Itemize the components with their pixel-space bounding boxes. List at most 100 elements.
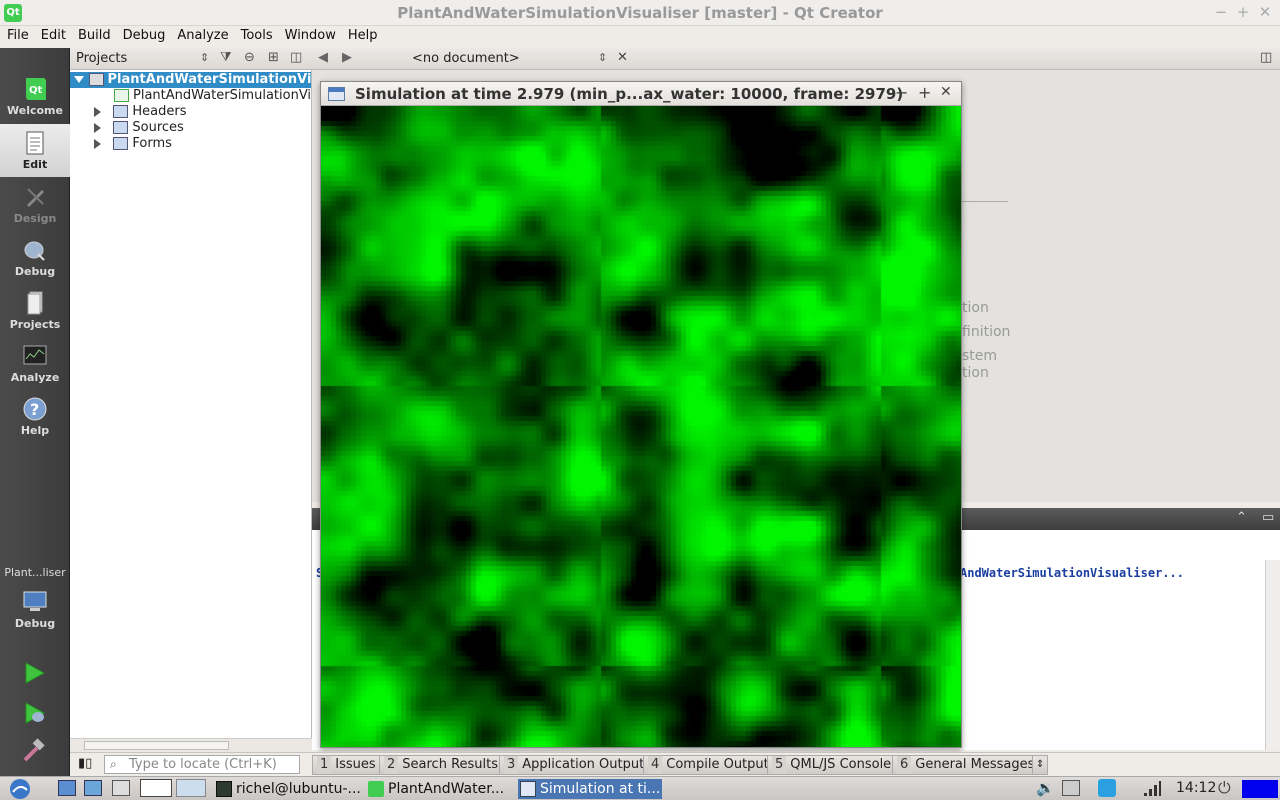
sources-folder-icon <box>113 121 129 134</box>
kit-project-label: Plant...liser <box>4 566 66 579</box>
menu-tools[interactable]: Tools <box>236 26 278 45</box>
pane-general-messages[interactable]: 6 General Messages <box>892 755 1040 775</box>
expand-icon[interactable] <box>94 138 101 149</box>
expand-icon[interactable] <box>94 122 101 133</box>
tree-item-headers[interactable]: Headers <box>94 104 187 120</box>
menu-build[interactable]: Build <box>73 26 116 45</box>
power-icon[interactable]: ⏻ <box>1218 778 1231 798</box>
tree-item-pro-file[interactable]: PlantAndWaterSimulationVisualiser.pro <box>114 88 311 104</box>
kit-selector[interactable]: Debug <box>0 583 70 639</box>
minimize-icon[interactable]: − <box>1212 3 1230 21</box>
file-manager-icon[interactable] <box>58 780 76 796</box>
mode-welcome[interactable]: Qt Welcome <box>0 70 70 123</box>
projects-icon <box>27 291 43 315</box>
pane-qml-js-console[interactable]: 5 QML/JS Console <box>767 755 897 775</box>
mode-debug[interactable]: Debug <box>0 231 70 284</box>
maximize-icon[interactable]: + <box>918 83 931 102</box>
mode-label: Help <box>20 424 50 437</box>
tree-item-sources[interactable]: Sources <box>94 120 184 136</box>
split-icon[interactable]: ⊞ <box>268 50 279 65</box>
menu-window[interactable]: Window <box>280 26 341 45</box>
menu-edit[interactable]: Edit <box>36 26 71 45</box>
qt-creator-icon <box>368 781 384 797</box>
debug-run-icon[interactable] <box>22 700 48 726</box>
scrollbar-thumb[interactable] <box>84 741 229 750</box>
link-icon[interactable]: ⊖ <box>244 50 255 65</box>
tree-horizontal-scrollbar[interactable] <box>70 738 312 752</box>
filter-icon[interactable]: ⧩ <box>220 50 232 65</box>
simulation-title-bar[interactable]: Simulation at time 2.979 (min_p...ax_wat… <box>321 82 961 106</box>
mode-help[interactable]: ? Help <box>0 390 70 443</box>
close-icon[interactable]: ✕ <box>940 84 952 100</box>
project-tree: PlantAndWaterSimulationVisualiser PlantA… <box>70 70 312 738</box>
tree-item-forms[interactable]: Forms <box>94 136 172 152</box>
svg-text:Qt: Qt <box>29 85 43 96</box>
maximize-icon[interactable]: + <box>1234 3 1252 21</box>
pane-issues[interactable]: 1 Issues <box>312 755 381 775</box>
workspace-1-icon[interactable] <box>140 779 172 797</box>
selector-arrows-icon[interactable]: ⇕ <box>200 51 209 64</box>
mode-design[interactable]: Design <box>0 178 70 231</box>
pane-compile-output[interactable]: 4 Compile Output <box>643 755 774 775</box>
mode-label: Welcome <box>7 104 63 117</box>
menu-help[interactable]: Help <box>343 26 383 45</box>
build-hammer-icon[interactable] <box>22 738 48 764</box>
show-desktop-icon[interactable] <box>112 780 130 796</box>
mode-projects[interactable]: Projects <box>0 284 70 337</box>
menu-debug[interactable]: Debug <box>118 26 171 45</box>
terminal-icon <box>216 781 232 797</box>
split-editor-icon[interactable]: ◫ <box>1260 50 1272 65</box>
workspace-2-icon[interactable] <box>176 779 206 797</box>
task-terminal[interactable]: richel@lubuntu-... <box>214 779 362 799</box>
divider <box>962 201 1008 202</box>
background-hint: tion <box>962 300 989 316</box>
chat-icon[interactable] <box>1098 779 1116 797</box>
window-title: PlantAndWaterSimulationVisualiser [maste… <box>397 4 883 22</box>
background-hint: stem <box>962 348 998 364</box>
projects-pane-header: Projects ⇕ ⧩ ⊖ ⊞ ◫ <box>70 48 312 70</box>
tree-item-label: Sources <box>132 120 184 135</box>
task-qt-creator[interactable]: PlantAndWater... <box>366 779 514 799</box>
forward-icon[interactable]: ▶ <box>342 50 352 65</box>
mode-analyze[interactable]: Analyze <box>0 337 70 390</box>
expand-icon[interactable] <box>74 76 84 83</box>
window-icon <box>520 781 536 797</box>
svg-text:?: ? <box>30 400 39 419</box>
mode-label: Edit <box>22 158 48 171</box>
output-scrollbar[interactable] <box>1265 560 1280 750</box>
close-document-icon[interactable]: ✕ <box>617 50 628 65</box>
pane-number: 3 <box>504 756 519 774</box>
menu-file[interactable]: File <box>2 26 34 45</box>
run-icon[interactable] <box>22 660 48 686</box>
tree-item-project[interactable]: PlantAndWaterSimulationVisualiser <box>70 72 311 88</box>
task-simulation[interactable]: Simulation at ti... <box>518 779 662 799</box>
maximize-pane-icon[interactable]: ⌃ <box>1236 510 1247 525</box>
document-icon <box>26 131 44 155</box>
pane-number: 1 <box>317 756 332 774</box>
volume-icon[interactable]: 🔉 <box>1036 779 1055 797</box>
start-menu-icon[interactable] <box>6 778 34 800</box>
pane-application-output[interactable]: 3 Application Output <box>499 755 650 775</box>
locator-input[interactable]: Type to locate (Ctrl+K) <box>104 755 300 774</box>
minimize-pane-icon[interactable]: ▭ <box>1262 510 1274 525</box>
battery-icon[interactable] <box>1062 780 1080 796</box>
headers-folder-icon <box>113 105 129 118</box>
menu-analyze[interactable]: Analyze <box>172 26 233 45</box>
mode-edit[interactable]: Edit <box>0 124 70 177</box>
network-signal-icon[interactable] <box>1142 780 1162 798</box>
background-hint: tion <box>962 365 989 381</box>
projects-view-selector[interactable]: Projects <box>76 51 127 66</box>
toggle-sidebar-icon[interactable]: ▮▯ <box>78 756 92 771</box>
selector-arrows-icon[interactable]: ⇕ <box>598 51 607 64</box>
settings-icon[interactable] <box>84 780 102 796</box>
minimize-icon[interactable]: − <box>895 83 908 102</box>
close-pane-icon[interactable]: ◫ <box>290 50 302 65</box>
close-icon[interactable]: ✕ <box>1256 3 1274 21</box>
simulation-window[interactable]: Simulation at time 2.979 (min_p...ax_wat… <box>320 81 962 748</box>
back-icon[interactable]: ◀ <box>318 50 328 65</box>
plant-density-field <box>321 106 961 747</box>
pane-search-results[interactable]: 2 Search Results <box>379 755 504 775</box>
expand-icon[interactable] <box>94 106 101 117</box>
document-selector[interactable]: <no document> <box>412 51 520 66</box>
more-panes-icon[interactable]: ⇕ <box>1032 755 1049 775</box>
